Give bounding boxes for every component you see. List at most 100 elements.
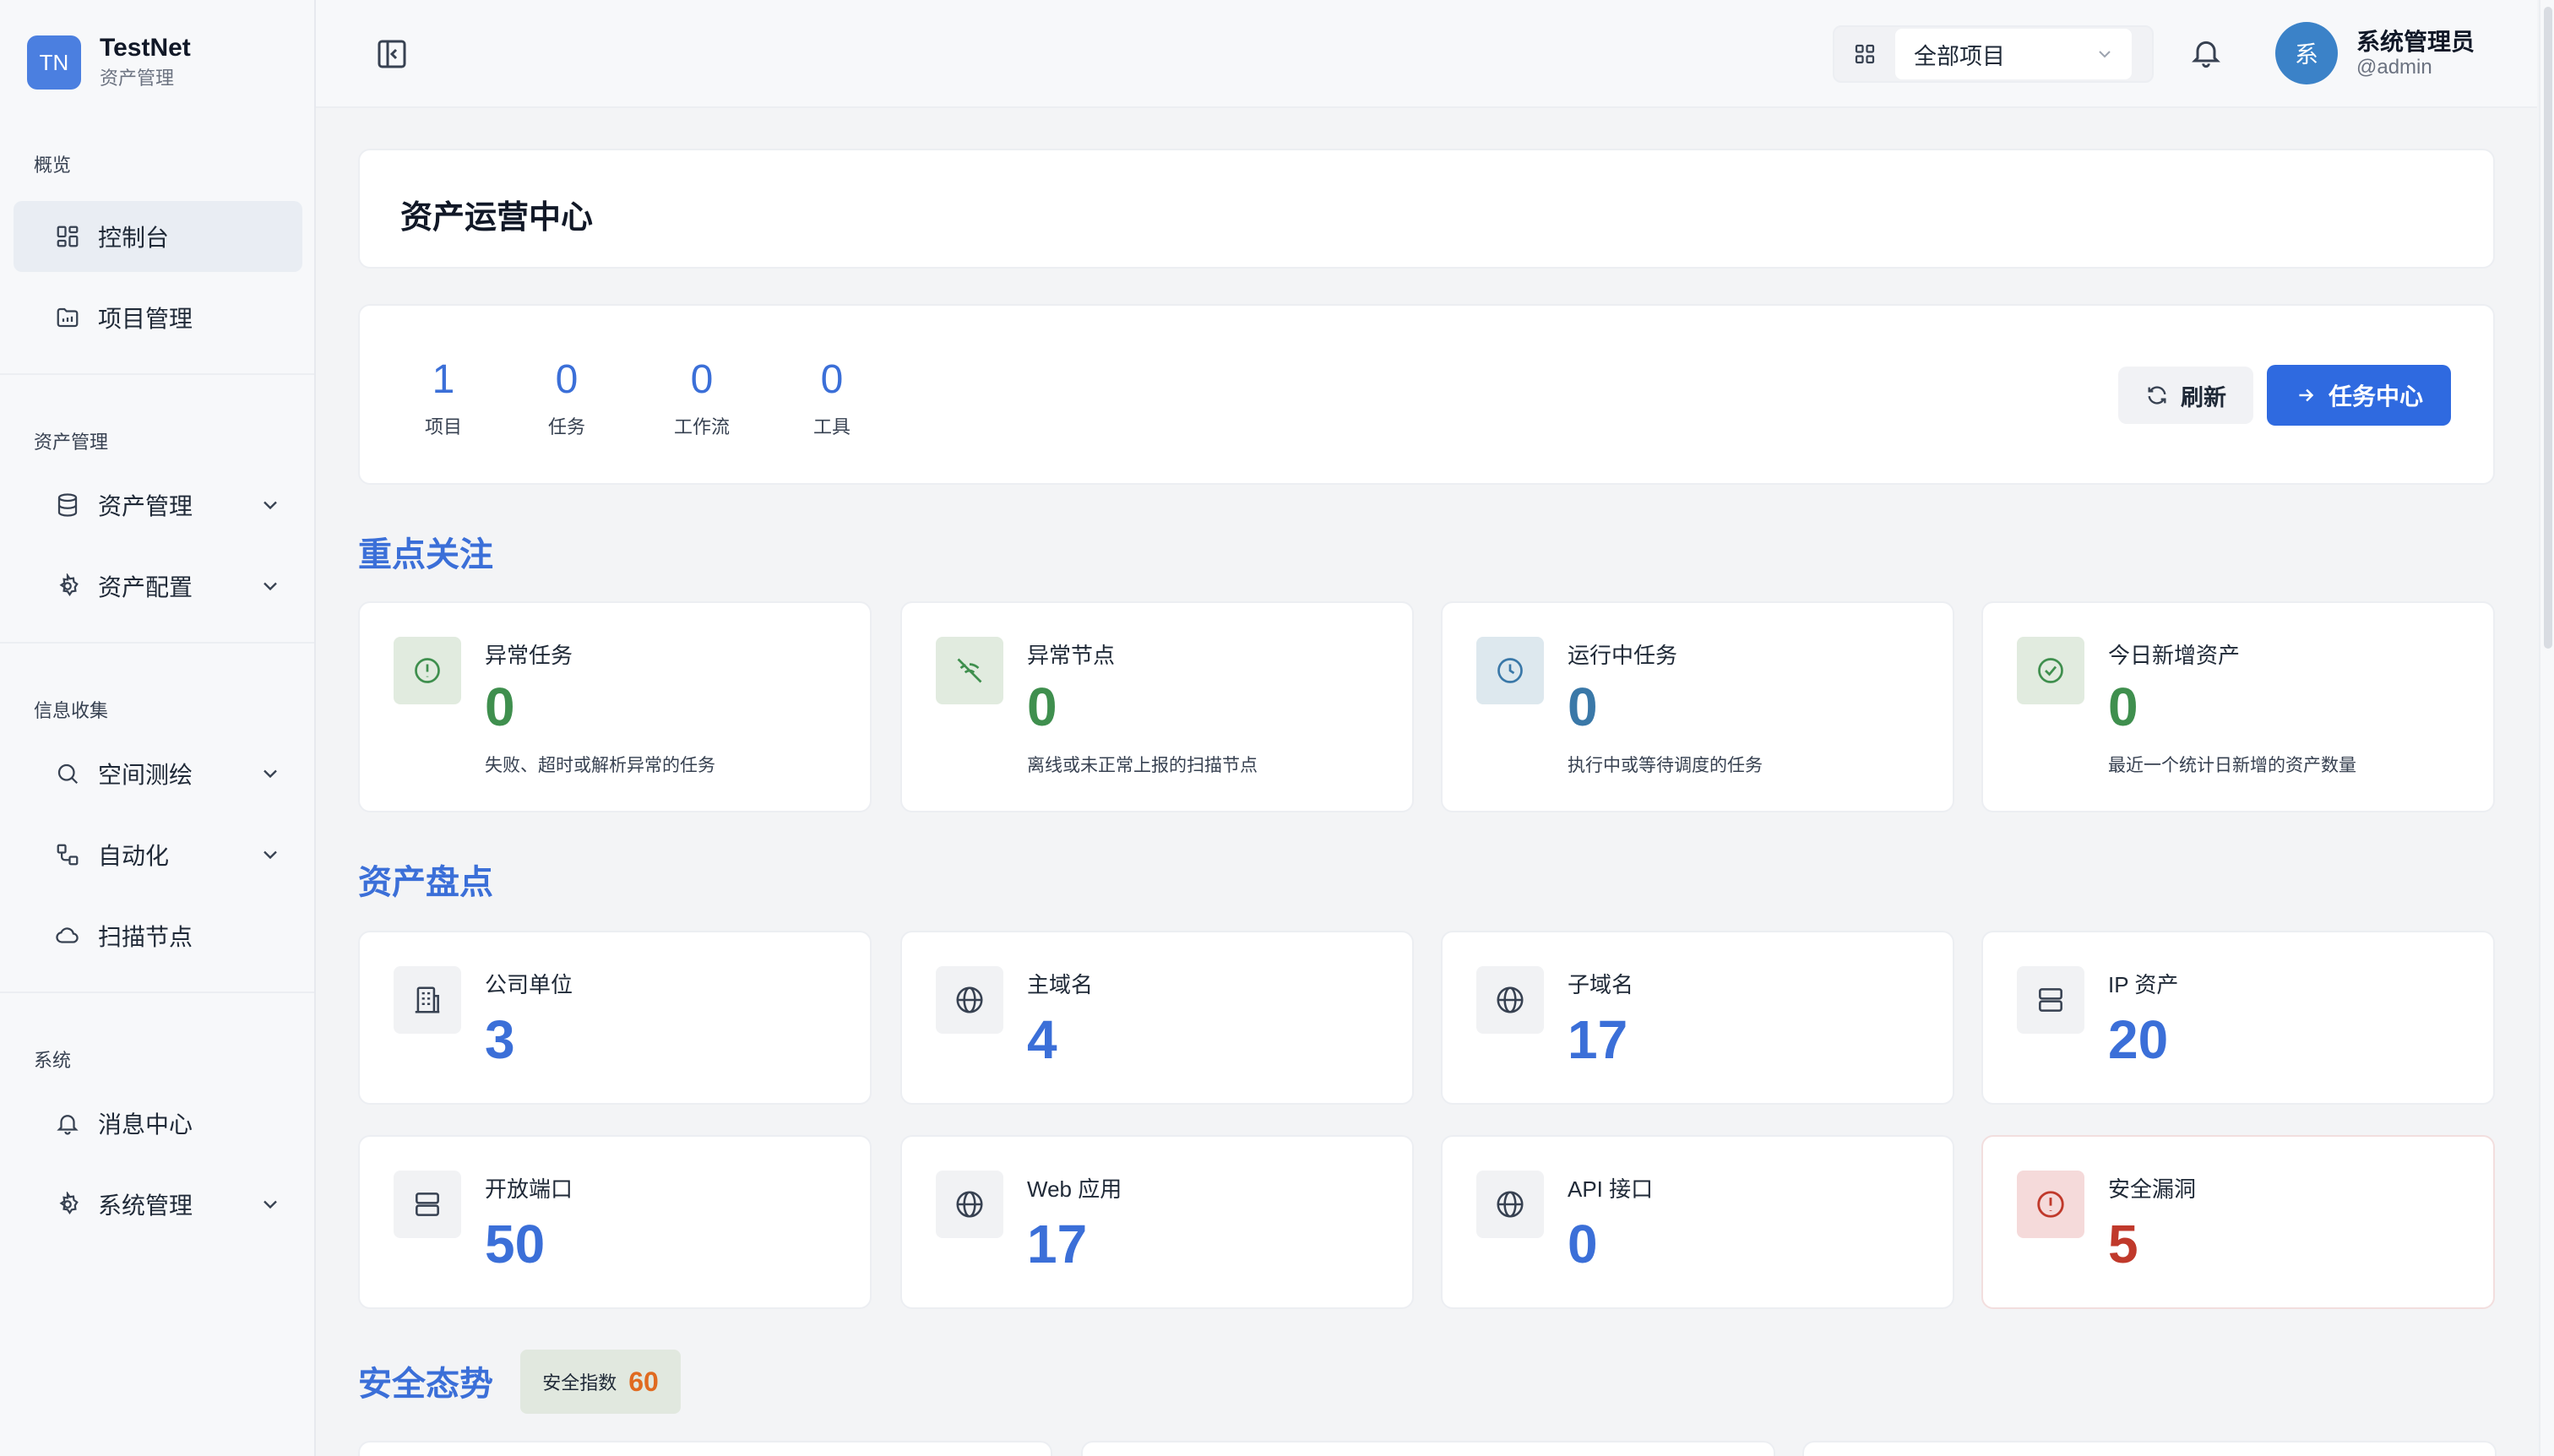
sidebar-item-label: 资产管理	[98, 493, 193, 519]
notification-bell-icon[interactable]	[2189, 35, 2223, 69]
topbar: 全部项目 系 系统管理员 @admin	[316, 0, 2537, 108]
sidebar-item-cyberspace-mapping[interactable]: 空间测绘	[14, 738, 302, 809]
tile-desc: 最近一个统计日新增的资产数量	[2108, 756, 2356, 775]
sidebar-item-asset-management[interactable]: 资产管理	[14, 470, 302, 541]
sidebar-item-asset-config[interactable]: 资产配置	[14, 551, 302, 622]
stat-label: 任务	[547, 416, 585, 437]
database-icon	[54, 492, 81, 519]
sidebar-item-projects[interactable]: 项目管理	[14, 282, 302, 353]
globe-icon	[936, 1171, 1003, 1238]
tile-value: 50	[485, 1214, 546, 1274]
focus-tile[interactable]: 异常任务 0 失败、超时或解析异常的任务	[358, 601, 872, 812]
tile-value: 0	[485, 676, 515, 737]
summary-card: 1 项目 0 任务 0 工作流 0 工具 刷新 任务中心	[358, 304, 2495, 485]
inventory-tile[interactable]: 主域名 4	[900, 931, 1414, 1105]
sidebar: TN TestNet 资产管理 概览 控制台 项目管理 资产管理 资产管理 资产…	[0, 0, 316, 1456]
sidebar-item-dashboard[interactable]: 控制台	[14, 201, 302, 272]
inventory-tile[interactable]: 公司单位 3	[358, 931, 872, 1105]
avatar[interactable]: 系	[2275, 22, 2338, 84]
tile-value: 0	[1568, 1214, 1598, 1274]
sidebar-item-label: 系统管理	[98, 1193, 193, 1219]
task-center-label: 任务中心	[2328, 383, 2423, 410]
chevron-down-icon	[264, 1200, 277, 1209]
sidebar-item-messages[interactable]: 消息中心	[14, 1088, 302, 1159]
sidebar-item-system-management[interactable]: 系统管理	[14, 1169, 302, 1240]
chevron-down-icon	[264, 501, 277, 510]
inventory-tile[interactable]: API 接口 0	[1441, 1135, 1954, 1309]
globe-icon	[1476, 966, 1544, 1034]
sidebar-item-automation[interactable]: 自动化	[14, 819, 302, 890]
server-icon	[394, 1171, 461, 1238]
tile-value: 17	[1027, 1214, 1088, 1274]
stat-value: 0	[820, 357, 844, 402]
sidebar-item-scan-nodes[interactable]: 扫描节点	[14, 900, 302, 971]
nav-group-system: 系统	[34, 1050, 72, 1071]
focus-tile[interactable]: 今日新增资产 0 最近一个统计日新增的资产数量	[1981, 601, 2495, 812]
refresh-icon	[2148, 386, 2166, 405]
tile-value: 4	[1027, 1009, 1057, 1070]
tile-value: 0	[1568, 676, 1598, 737]
tile-value: 5	[2108, 1214, 2138, 1274]
security-score-badge: 安全指数 60	[520, 1350, 681, 1414]
chevron-down-icon	[264, 769, 277, 779]
chevron-down-icon	[264, 850, 277, 860]
tile-value: 17	[1568, 1009, 1628, 1070]
inventory-tile[interactable]: Web 应用 17	[900, 1135, 1414, 1309]
gear-icon	[54, 1191, 81, 1218]
focus-tile[interactable]: 运行中任务 0 执行中或等待调度的任务	[1441, 601, 1954, 812]
grid-icon	[1834, 41, 1895, 67]
sidebar-item-label: 控制台	[98, 225, 170, 251]
sidebar-item-label: 项目管理	[98, 306, 193, 332]
refresh-label: 刷新	[2181, 384, 2226, 410]
tile-label: 公司单位	[485, 972, 573, 997]
sidebar-item-label: 扫描节点	[98, 924, 193, 950]
inventory-tile[interactable]: 子域名 17	[1441, 931, 1954, 1105]
brand[interactable]: TN TestNet 资产管理	[27, 32, 191, 93]
folder-icon	[54, 304, 81, 331]
project-select[interactable]: 全部项目	[1833, 25, 2154, 83]
security-panel	[1081, 1441, 1775, 1456]
sidebar-item-label: 消息中心	[98, 1111, 193, 1138]
tile-label: Web 应用	[1027, 1176, 1122, 1202]
refresh-button[interactable]: 刷新	[2118, 367, 2253, 424]
title-card: 资产运营中心	[358, 149, 2495, 269]
check-circle-icon	[2017, 637, 2084, 704]
inventory-tile[interactable]: 安全漏洞 5	[1981, 1135, 2495, 1309]
stat-tools[interactable]: 0 工具	[802, 355, 861, 439]
stat-label: 工具	[812, 416, 850, 437]
stat-value: 0	[555, 357, 579, 402]
globe-icon	[1476, 1171, 1544, 1238]
scrollbar[interactable]	[2539, 0, 2554, 1456]
nav-divider	[0, 373, 314, 375]
tile-label: 今日新增资产	[2108, 643, 2241, 668]
server-icon	[2017, 966, 2084, 1034]
inventory-tile[interactable]: 开放端口 50	[358, 1135, 872, 1309]
chevron-down-icon	[2099, 51, 2111, 58]
brand-logo: TN	[27, 35, 81, 90]
stat-workflows[interactable]: 0 工作流	[664, 355, 740, 439]
stat-projects[interactable]: 1 项目	[414, 355, 473, 439]
tile-label: 异常任务	[485, 643, 573, 668]
sidebar-toggle-icon[interactable]	[375, 37, 409, 71]
page-title: 资产运营中心	[400, 200, 594, 236]
search-icon	[54, 760, 81, 787]
bell-icon	[54, 1110, 81, 1137]
tile-label: 主域名	[1027, 972, 1094, 997]
tile-label: 子域名	[1568, 972, 1634, 997]
scrollbar-thumb[interactable]	[2544, 7, 2552, 649]
task-center-button[interactable]: 任务中心	[2267, 365, 2451, 426]
user-name[interactable]: 系统管理员	[2356, 24, 2475, 57]
clock-icon	[1476, 637, 1544, 704]
stat-tasks[interactable]: 0 任务	[537, 355, 596, 439]
focus-tile[interactable]: 异常节点 0 离线或未正常上报的扫描节点	[900, 601, 1414, 812]
section-title-focus: 重点关注	[358, 536, 493, 573]
sidebar-item-label: 自动化	[98, 843, 170, 869]
workflow-icon	[54, 841, 81, 868]
tile-value: 20	[2108, 1009, 2169, 1070]
inventory-tile[interactable]: IP 资产 20	[1981, 931, 2495, 1105]
arrow-right-icon	[2299, 388, 2314, 402]
nav-group-recon: 信息收集	[34, 700, 109, 721]
tile-label: 开放端口	[485, 1176, 573, 1202]
nav-group-assets: 资产管理	[34, 432, 109, 453]
security-panel	[1802, 1441, 2497, 1456]
